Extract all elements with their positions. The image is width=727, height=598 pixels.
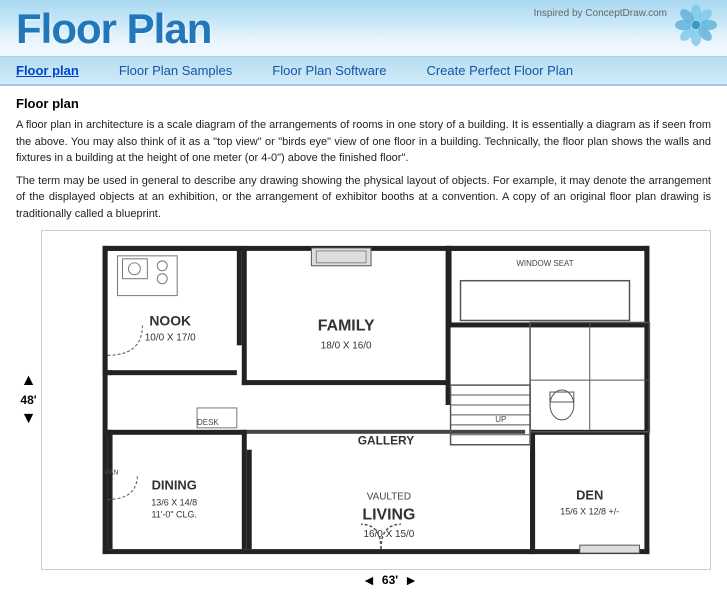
svg-text:PAN: PAN — [105, 470, 119, 477]
floorplan-container: ▲ 48' ▼ — [16, 230, 711, 588]
svg-text:11'-0" CLG.: 11'-0" CLG. — [151, 509, 196, 519]
svg-text:UP: UP — [495, 415, 506, 424]
nav-create[interactable]: Create Perfect Floor Plan — [426, 63, 573, 78]
measure-left: ▲ 48' ▼ — [16, 230, 41, 570]
svg-text:DEN: DEN — [576, 487, 603, 502]
svg-text:13/6 X 14/8: 13/6 X 14/8 — [151, 497, 197, 507]
svg-text:LIVING: LIVING — [362, 506, 415, 523]
svg-text:WINDOW SEAT: WINDOW SEAT — [516, 259, 573, 268]
arrow-up-icon: ▲ — [21, 373, 37, 389]
svg-text:VAULTED: VAULTED — [367, 491, 411, 502]
arrow-right-icon: ► — [404, 572, 418, 588]
floorplan-wrapper: NOOK 10/0 X 17/0 FAMILY 18/0 X 16/0 WIND… — [41, 230, 711, 588]
nav-floor-plan[interactable]: Floor plan — [16, 63, 79, 78]
section-title: Floor plan — [16, 96, 711, 111]
floorplan-drawing: NOOK 10/0 X 17/0 FAMILY 18/0 X 16/0 WIND… — [41, 230, 711, 570]
inspired-text: Inspired by ConceptDraw.com — [534, 8, 667, 19]
arrow-down-icon: ▼ — [21, 411, 37, 427]
paragraph-1: A floor plan in architecture is a scale … — [16, 117, 711, 167]
svg-text:GALLERY: GALLERY — [358, 434, 415, 448]
nav-samples[interactable]: Floor Plan Samples — [119, 63, 232, 78]
svg-text:DINING: DINING — [152, 477, 197, 492]
svg-text:10/0 X 17/0: 10/0 X 17/0 — [145, 332, 196, 343]
svg-text:16/0 X 15/0: 16/0 X 15/0 — [364, 529, 415, 540]
paragraph-2: The term may be used in general to descr… — [16, 173, 711, 223]
main-content: Floor plan A floor plan in architecture … — [0, 86, 727, 598]
svg-text:FAMILY: FAMILY — [318, 317, 375, 334]
left-dimension: 48' — [20, 393, 36, 407]
arrow-left-icon: ◄ — [362, 572, 376, 588]
nav-software[interactable]: Floor Plan Software — [272, 63, 386, 78]
bottom-dimension: 63' — [382, 573, 398, 587]
svg-text:15/6 X 12/8 +/-: 15/6 X 12/8 +/- — [560, 506, 619, 516]
logo-flower-icon — [675, 4, 717, 46]
svg-text:DESK: DESK — [197, 418, 219, 427]
svg-text:18/0 X 16/0: 18/0 X 16/0 — [321, 340, 372, 351]
header: Floor Plan Inspired by ConceptDraw.com — [0, 0, 727, 57]
navigation: Floor plan Floor Plan Samples Floor Plan… — [0, 57, 727, 86]
measure-bottom: ◄ 63' ► — [41, 572, 711, 588]
svg-text:NOOK: NOOK — [149, 312, 191, 328]
